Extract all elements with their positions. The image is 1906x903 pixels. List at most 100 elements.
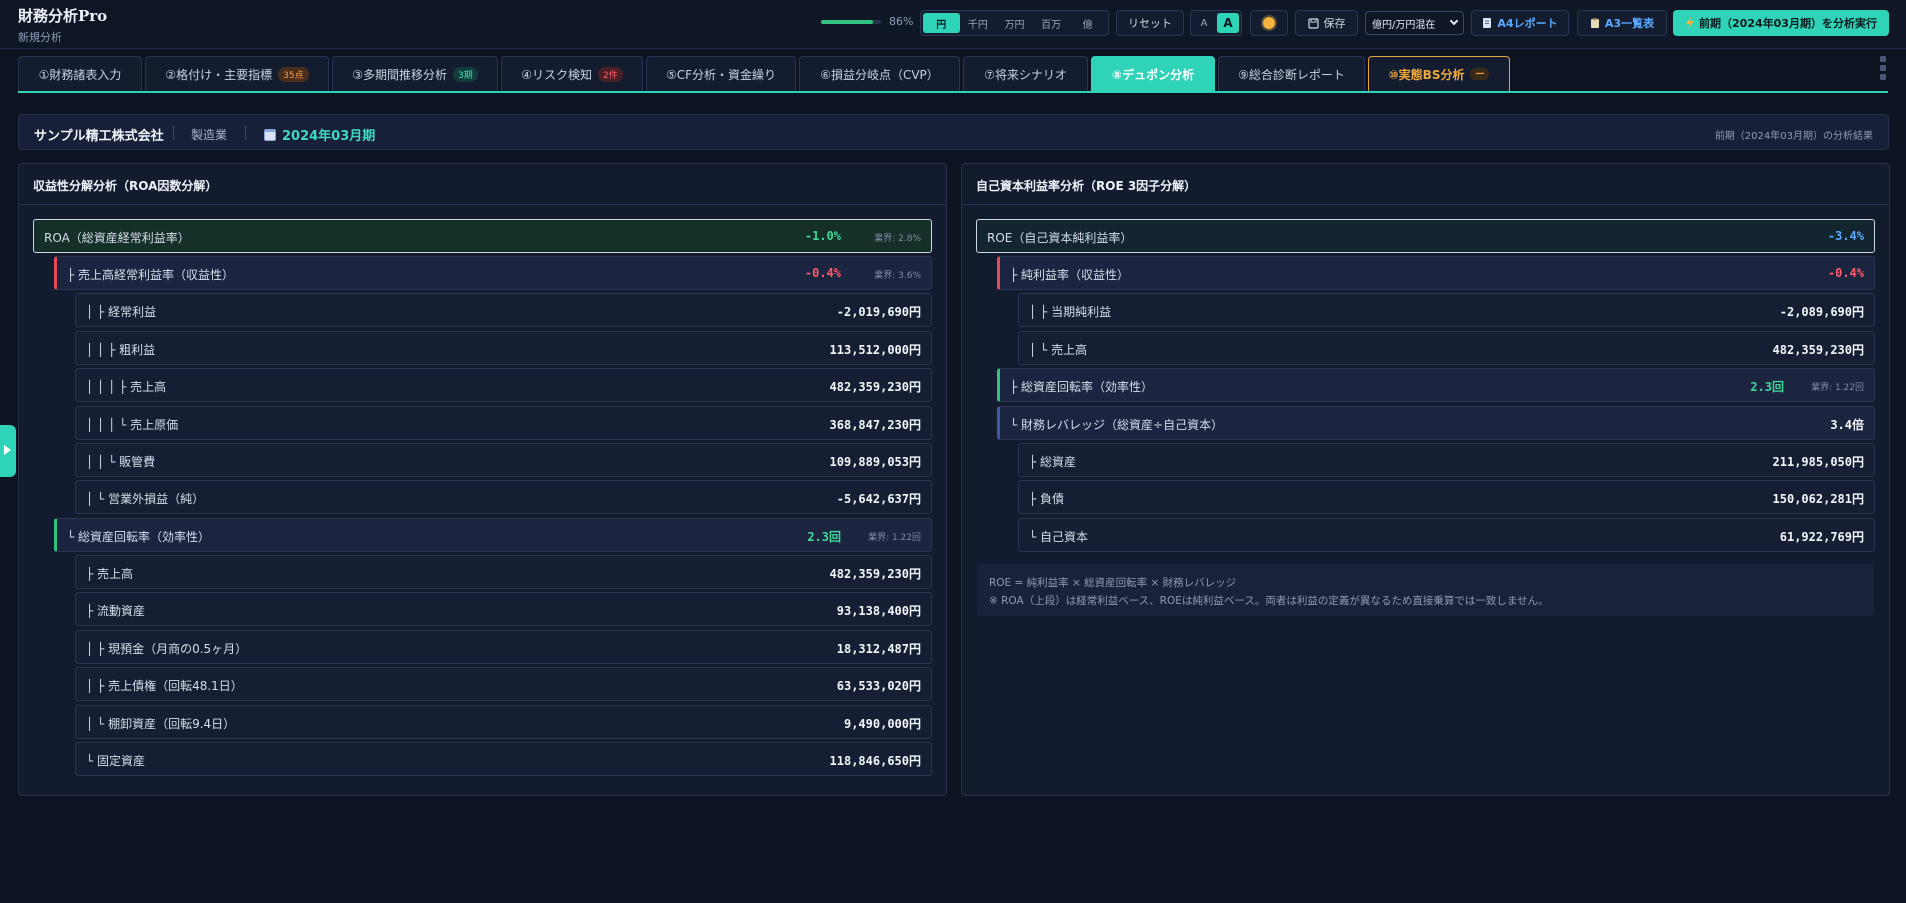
tab-statement-input[interactable]: ①財務諸表入力: [18, 56, 142, 91]
tab-diagnosis-report[interactable]: ⑨総合診断レポート: [1218, 56, 1365, 91]
risk-count-badge: 2件: [598, 66, 623, 82]
sales-row: │ │ │ ├ 売上高 482,359,230円: [75, 368, 932, 402]
cost-of-sales-row: │ │ │ └ 売上原価 368,847,230円: [75, 406, 932, 440]
progress-track: [821, 20, 881, 24]
run-analysis-button[interactable]: 前期（2024年03月期）を分析実行: [1673, 10, 1889, 36]
equity-row: └ 自己資本 61,922,769円: [1018, 518, 1875, 552]
roe-row: ROE（自己資本純利益率） -3.4%: [976, 219, 1875, 253]
asset-turnover-row: └ 総資産回転率（効率性） 2.3回 業界: 1.22回: [54, 518, 932, 552]
industry-benchmark: 業界: 2.8%: [874, 234, 921, 244]
font-small-button[interactable]: A: [1193, 13, 1215, 33]
document-icon: [1483, 18, 1492, 28]
tab-label: ⑤CF分析・資金繰り: [665, 67, 777, 82]
gross-profit-row: │ │ ├ 粗利益 113,512,000円: [75, 331, 932, 365]
company-info-bar: サンプル精工株式会社 製造業 2024年03月期 前期（2024年03月期）の分…: [18, 114, 1889, 150]
font-large-button[interactable]: A: [1217, 13, 1239, 33]
inventory-row: │ └ 棚卸資産（回転9.4日） 9,490,000円: [75, 705, 932, 739]
theme-toggle-button[interactable]: [1250, 10, 1288, 36]
ordinary-profit-row: │ ├ 経常利益 -2,019,690円: [75, 293, 932, 327]
tab-label: ③多期間推移分析: [352, 67, 448, 82]
asset-turnover-value: 2.3回: [1750, 380, 1784, 394]
roe-formula-note: ROE = 純利益率 × 総資産回転率 × 財務レバレッジ ※ ROA（上段）は…: [977, 564, 1874, 616]
progress-percent: 86%: [889, 15, 914, 28]
roe-decomposition-panel: 自己資本利益率分析（ROE 3因子分解） ROE（自己資本純利益率） -3.4%…: [961, 163, 1890, 796]
divider: [245, 125, 246, 140]
tab-label: ②格付け・主要指標: [165, 67, 273, 82]
a3-list-label: A3一覧表: [1604, 17, 1655, 30]
rating-score-badge: 35点: [278, 66, 309, 82]
industry-benchmark: 業界: 3.6%: [874, 271, 921, 281]
chevron-down-icon: [1449, 16, 1459, 26]
industry-benchmark: 業界: 1.22回: [1811, 383, 1864, 393]
sales-row: ├ 売上高 482,359,230円: [75, 555, 932, 589]
tab-future-scenario[interactable]: ⑦将来シナリオ: [963, 56, 1088, 91]
unit-million-button[interactable]: 百万: [1033, 13, 1070, 33]
liabilities-row: ├ 負債 150,062,281円: [1018, 480, 1875, 514]
tab-label: ④リスク検知: [521, 67, 593, 82]
tab-cf-analysis[interactable]: ⑤CF分析・資金繰り: [646, 56, 796, 91]
tab-dupont[interactable]: ⑧デュポン分析: [1091, 56, 1215, 91]
financial-leverage-row: └ 財務レバレッジ（総資産÷自己資本） 3.4倍: [997, 406, 1875, 440]
company-name: サンプル精工株式会社: [34, 129, 164, 144]
save-button[interactable]: 保存: [1295, 10, 1358, 36]
ordinary-margin-row: ├ 売上高経常利益率（収益性） -0.4% 業界: 3.6%: [54, 256, 932, 290]
a4-report-label: A4レポート: [1497, 17, 1558, 30]
unit-format-value: 億円/万円混在: [1372, 19, 1436, 31]
a4-report-button[interactable]: A4レポート: [1471, 10, 1569, 36]
tab-label: ⑥損益分岐点（CVP）: [820, 67, 939, 82]
industry-label: 製造業: [191, 128, 228, 142]
clipboard-icon: [1590, 18, 1599, 28]
font-size-toggle: A A: [1190, 10, 1242, 36]
non-operating-row: │ └ 営業外損益（純） -5,642,637円: [75, 480, 932, 514]
net-margin-row: ├ 純利益率（収益性） -0.4%: [997, 256, 1875, 290]
fixed-assets-row: └ 固定資産 118,846,650円: [75, 742, 932, 776]
analysis-result-label: 前期（2024年03月期）の分析結果: [1714, 131, 1873, 142]
cash-row: │ ├ 現預金（月商の0.5ヶ月） 18,312,487円: [75, 630, 932, 664]
tab-scroll-indicator[interactable]: [1880, 56, 1888, 86]
unit-ten-thousand-button[interactable]: 万円: [996, 13, 1033, 33]
tab-label: ①財務諸表入力: [38, 67, 122, 82]
roa-value: -1.0%: [804, 229, 841, 243]
tab-risk-detection[interactable]: ④リスク検知 2件: [501, 56, 643, 91]
brand: 財務分析Pro 新規分析: [18, 5, 107, 45]
ordinary-margin-value: -0.4%: [804, 266, 841, 280]
unit-yen-button[interactable]: 円: [923, 13, 960, 33]
progress-fill: [821, 20, 873, 24]
roe-value: -3.4%: [1827, 229, 1864, 243]
fiscal-period: 2024年03月期: [264, 125, 375, 144]
tab-label: ⑧デュポン分析: [1111, 67, 1195, 82]
industry-benchmark: 業界: 1.22回: [868, 533, 921, 543]
net-income-row: │ ├ 当期純利益 -2,089,690円: [1018, 293, 1875, 327]
reset-button[interactable]: リセット: [1116, 10, 1184, 36]
unit-thousand-button[interactable]: 千円: [960, 13, 997, 33]
sga-row: │ │ └ 販管費 109,889,053円: [75, 443, 932, 477]
app-title: 財務分析Pro: [18, 7, 108, 25]
panel-title: 収益性分解分析（ROA因数分解）: [19, 164, 946, 205]
panel-title: 自己資本利益率分析（ROE 3因子分解）: [962, 164, 1889, 205]
asset-turnover-row: ├ 総資産回転率（効率性） 2.3回 業界: 1.22回: [997, 368, 1875, 402]
roa-decomposition-panel: 収益性分解分析（ROA因数分解） ROA（総資産経常利益率） -1.0% 業界:…: [18, 163, 947, 796]
save-icon: [1307, 17, 1319, 29]
asset-turnover-value: 2.3回: [807, 530, 841, 544]
period-count-badge: 3期: [453, 66, 478, 82]
sales-row: │ └ 売上高 482,359,230円: [1018, 331, 1875, 365]
unit-hundred-million-button[interactable]: 億: [1069, 13, 1106, 33]
receivables-row: │ ├ 売上債権（回転48.1日） 63,533,020円: [75, 667, 932, 701]
formula-caveat: ※ ROA（上段）は経常利益ベース、ROEは純利益ベース。両者は利益の定義が異な…: [989, 595, 1549, 607]
sun-icon: [1263, 17, 1275, 29]
tab-rating[interactable]: ②格付け・主要指標 35点: [145, 56, 329, 91]
unit-format-select[interactable]: 億円/万円混在: [1365, 11, 1464, 35]
calendar-icon: [264, 128, 276, 141]
unit-selector: 円 千円 万円 百万 億: [920, 10, 1109, 36]
app-subtitle: 新規分析: [18, 31, 62, 44]
tab-label: ⑦将来シナリオ: [984, 67, 1067, 82]
leverage-value: 3.4倍: [1830, 418, 1864, 432]
sidebar-toggle-button[interactable]: [0, 425, 16, 477]
app-header: 財務分析Pro 新規分析 86% 円 千円 万円 百万 億 リセット A A 保…: [0, 0, 1906, 49]
completion-progress: 86%: [821, 15, 914, 30]
tab-real-bs[interactable]: ⑩実態BS分析 —: [1368, 56, 1510, 91]
total-assets-row: ├ 総資産 211,985,050円: [1018, 443, 1875, 477]
tab-break-even[interactable]: ⑥損益分岐点（CVP）: [799, 56, 960, 91]
tab-multi-period[interactable]: ③多期間推移分析 3期: [332, 56, 498, 91]
a3-list-button[interactable]: A3一覧表: [1577, 10, 1667, 36]
